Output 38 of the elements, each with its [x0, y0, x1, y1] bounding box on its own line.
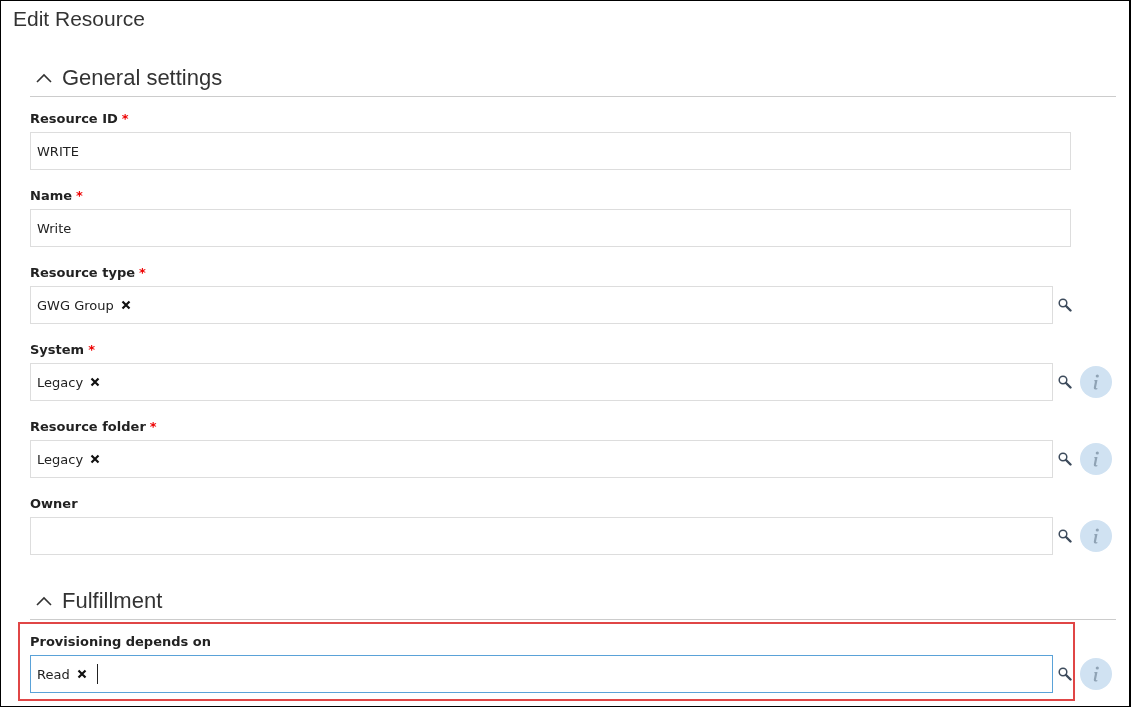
search-icon[interactable]: [1058, 298, 1072, 312]
required-mark: *: [88, 341, 95, 359]
text-cursor: [96, 664, 98, 684]
section-title[interactable]: Fulfillment: [62, 587, 163, 615]
field-label: System: [30, 341, 85, 359]
field-label: Resource type: [30, 264, 136, 282]
field-label: Name: [30, 187, 72, 205]
lookup-field[interactable]: Legacy: [30, 363, 1053, 401]
chevron-up-icon[interactable]: [36, 73, 52, 83]
required-mark: *: [149, 418, 157, 436]
remove-icon[interactable]: [90, 377, 101, 387]
search-icon[interactable]: [1058, 667, 1072, 681]
required-mark: *: [76, 187, 83, 205]
lookup-field[interactable]: GWG Group: [30, 286, 1053, 324]
field-label: Resource ID: [30, 110, 118, 128]
lookup-field[interactable]: [30, 517, 1053, 555]
chevron-up-icon[interactable]: [36, 596, 52, 606]
lookup-field[interactable]: Read: [30, 655, 1053, 693]
field-label: Owner: [30, 495, 78, 513]
search-icon[interactable]: [1058, 529, 1072, 543]
text-field[interactable]: WRITE: [30, 132, 1071, 170]
remove-icon[interactable]: [120, 300, 131, 310]
required-mark: *: [121, 110, 129, 128]
search-icon[interactable]: [1058, 452, 1072, 466]
window-title: Edit Resource: [13, 6, 146, 32]
field-label: Provisioning depends on: [30, 633, 211, 651]
remove-icon[interactable]: [76, 669, 87, 679]
field-label: Resource folder: [30, 418, 146, 436]
remove-icon[interactable]: [90, 454, 101, 464]
required-mark: *: [139, 264, 146, 282]
tag-label: GWG Group: [37, 297, 114, 313]
tag-label: Legacy: [37, 451, 84, 467]
lookup-field[interactable]: Legacy: [30, 440, 1053, 478]
tag-label: Legacy: [37, 374, 84, 390]
search-icon[interactable]: [1058, 375, 1072, 389]
text-field[interactable]: Write: [30, 209, 1071, 247]
section-title[interactable]: General settings: [62, 64, 223, 92]
tag-label: Read: [37, 666, 70, 682]
